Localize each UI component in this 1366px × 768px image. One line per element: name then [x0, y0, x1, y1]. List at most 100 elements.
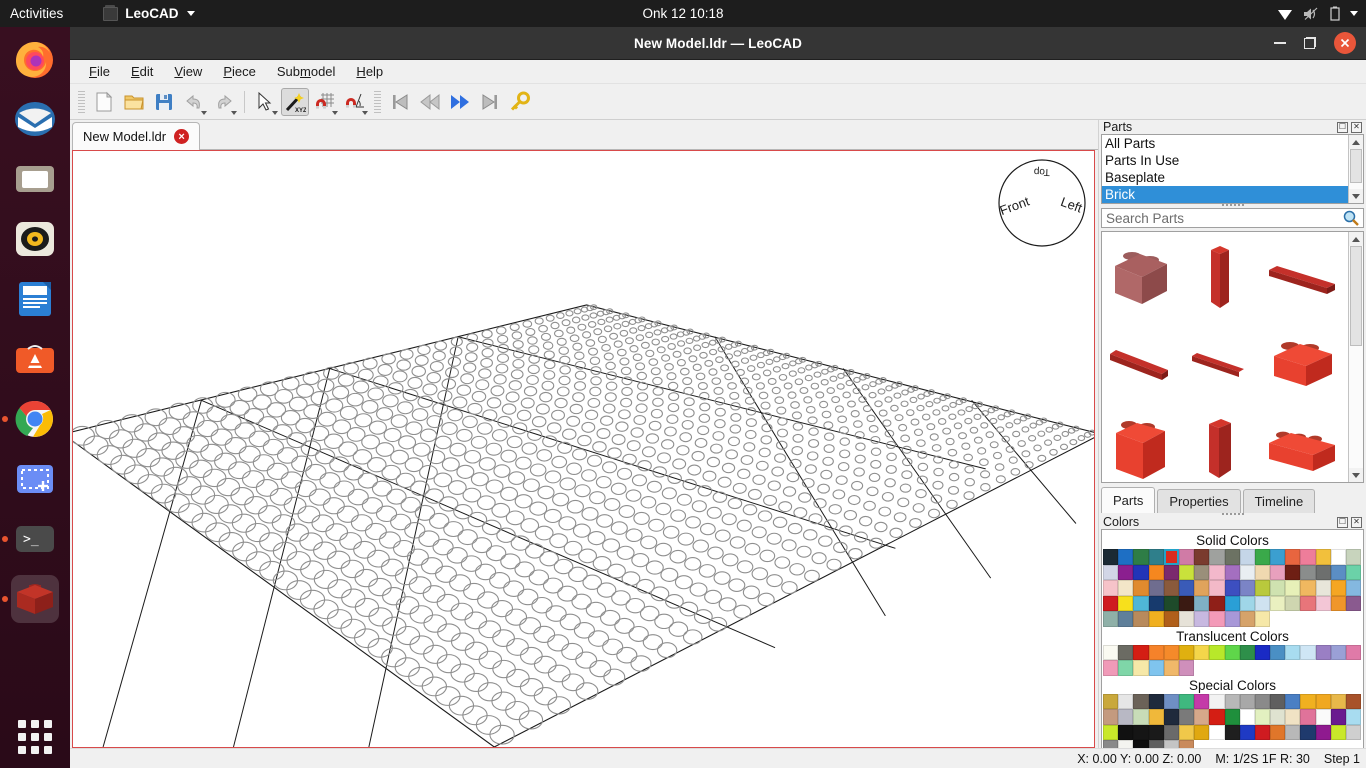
- color-swatch[interactable]: [1103, 724, 1119, 740]
- color-swatch[interactable]: [1224, 709, 1240, 725]
- color-swatch[interactable]: [1239, 709, 1255, 725]
- color-swatch[interactable]: [1133, 644, 1149, 660]
- color-swatch[interactable]: [1254, 564, 1271, 580]
- color-swatch[interactable]: [1346, 709, 1362, 725]
- color-swatch[interactable]: [1209, 564, 1225, 580]
- keyframe-button[interactable]: [506, 88, 534, 116]
- scroll-down-icon[interactable]: [1349, 468, 1363, 482]
- dock-item-rhythmbox[interactable]: [11, 215, 59, 263]
- special-colors-swatches[interactable]: [1103, 693, 1362, 756]
- color-swatch[interactable]: [1330, 644, 1346, 660]
- minimize-button[interactable]: [1274, 42, 1286, 44]
- color-swatch[interactable]: [1178, 595, 1195, 611]
- color-swatch[interactable]: [1103, 595, 1119, 611]
- color-swatch[interactable]: [1118, 549, 1134, 565]
- part-thumbnail[interactable]: [1262, 322, 1346, 408]
- part-thumbnail[interactable]: [1104, 236, 1178, 322]
- category-baseplate[interactable]: Baseplate: [1102, 169, 1348, 186]
- color-swatch[interactable]: [1209, 644, 1225, 660]
- color-swatch[interactable]: [1254, 724, 1271, 740]
- color-swatch[interactable]: [1103, 611, 1119, 627]
- dock-item-google-chrome[interactable]: [2, 395, 59, 443]
- color-swatch[interactable]: [1346, 724, 1362, 740]
- color-swatch[interactable]: [1163, 644, 1179, 660]
- color-swatch[interactable]: [1194, 580, 1210, 596]
- color-swatch[interactable]: [1194, 724, 1210, 740]
- scroll-thumb[interactable]: [1350, 149, 1362, 183]
- scroll-up-icon[interactable]: [1349, 232, 1363, 246]
- color-swatch[interactable]: [1178, 580, 1195, 596]
- color-swatch[interactable]: [1133, 693, 1149, 709]
- clock[interactable]: Onk 12 10:18: [0, 6, 1366, 21]
- color-swatch[interactable]: [1178, 709, 1195, 725]
- color-swatch[interactable]: [1178, 611, 1195, 627]
- color-swatch[interactable]: [1209, 595, 1225, 611]
- dock-item-thunderbird[interactable]: [11, 95, 59, 143]
- first-step-button[interactable]: [386, 88, 414, 116]
- part-thumbnail[interactable]: [1104, 322, 1178, 408]
- category-all-parts[interactable]: All Parts: [1102, 135, 1348, 152]
- color-swatch[interactable]: [1300, 564, 1316, 580]
- color-swatch[interactable]: [1148, 660, 1164, 676]
- parts-category-list[interactable]: All Parts Parts In Use Baseplate Brick: [1101, 134, 1364, 204]
- next-step-button[interactable]: [446, 88, 474, 116]
- part-thumbnail[interactable]: [1262, 236, 1346, 322]
- color-swatch[interactable]: [1285, 724, 1301, 740]
- undo-button[interactable]: [180, 88, 208, 116]
- float-panel-icon[interactable]: ☐: [1337, 121, 1348, 133]
- color-swatch[interactable]: [1346, 693, 1362, 709]
- category-scrollbar[interactable]: [1348, 135, 1363, 203]
- color-swatch[interactable]: [1239, 644, 1255, 660]
- color-swatch[interactable]: [1300, 580, 1316, 596]
- color-swatch[interactable]: [1285, 693, 1301, 709]
- color-swatch[interactable]: [1118, 709, 1134, 725]
- color-swatch[interactable]: [1254, 644, 1271, 660]
- color-swatch[interactable]: [1346, 564, 1362, 580]
- color-swatch[interactable]: [1163, 660, 1179, 676]
- color-swatch[interactable]: [1194, 595, 1210, 611]
- color-swatch[interactable]: [1254, 709, 1271, 725]
- color-swatch[interactable]: [1285, 644, 1301, 660]
- color-swatch[interactable]: [1178, 644, 1195, 660]
- color-swatch[interactable]: [1148, 595, 1164, 611]
- color-swatch[interactable]: [1224, 595, 1240, 611]
- color-swatch[interactable]: [1133, 660, 1149, 676]
- color-swatch[interactable]: [1133, 709, 1149, 725]
- color-swatch[interactable]: [1133, 549, 1149, 565]
- color-swatch[interactable]: [1300, 595, 1316, 611]
- part-thumbnail[interactable]: [1178, 236, 1262, 322]
- color-swatch[interactable]: [1315, 549, 1331, 565]
- color-swatch[interactable]: [1118, 660, 1134, 676]
- category-brick[interactable]: Brick: [1102, 186, 1348, 203]
- 3d-viewport[interactable]: Top Front Left: [72, 150, 1095, 748]
- category-parts-in-use[interactable]: Parts In Use: [1102, 152, 1348, 169]
- parts-search-row[interactable]: [1101, 208, 1364, 228]
- show-applications-button[interactable]: [18, 720, 52, 754]
- close-panel-icon[interactable]: ✕: [1351, 516, 1362, 528]
- snap-grid-button[interactable]: [311, 88, 339, 116]
- dock-item-files[interactable]: [11, 155, 59, 203]
- snap-angle-button[interactable]: [341, 88, 369, 116]
- color-swatch[interactable]: [1285, 549, 1301, 565]
- color-swatch[interactable]: [1224, 724, 1240, 740]
- tab-timeline[interactable]: Timeline: [1242, 489, 1316, 513]
- color-swatch[interactable]: [1194, 693, 1210, 709]
- color-swatch[interactable]: [1254, 595, 1271, 611]
- color-swatch[interactable]: [1194, 644, 1210, 660]
- color-swatch[interactable]: [1148, 724, 1164, 740]
- color-swatch[interactable]: [1300, 549, 1316, 565]
- toolbar-grip[interactable]: [78, 90, 85, 113]
- scroll-track[interactable]: [1349, 149, 1363, 189]
- system-menu-caret-icon[interactable]: [1350, 11, 1358, 16]
- tab-properties[interactable]: Properties: [1157, 489, 1241, 513]
- color-swatch[interactable]: [1209, 693, 1225, 709]
- color-swatch[interactable]: [1239, 595, 1255, 611]
- move-tool-button[interactable]: XYZ: [281, 87, 309, 116]
- color-swatch[interactable]: [1285, 564, 1301, 580]
- color-swatch[interactable]: [1148, 644, 1164, 660]
- color-swatch[interactable]: [1270, 564, 1286, 580]
- color-swatch[interactable]: [1224, 644, 1240, 660]
- color-swatch[interactable]: [1254, 611, 1271, 627]
- color-swatch[interactable]: [1178, 724, 1195, 740]
- color-swatch[interactable]: [1270, 580, 1286, 596]
